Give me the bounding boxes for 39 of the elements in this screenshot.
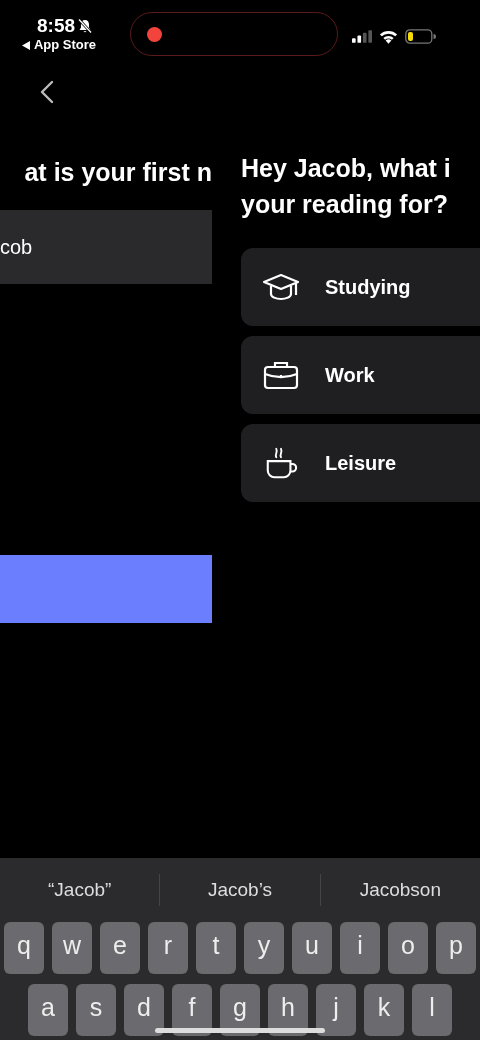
- suggestion[interactable]: Jacob’s: [160, 879, 320, 901]
- suggestion[interactable]: Jacobson: [320, 879, 480, 901]
- suggestion[interactable]: “Jacob”: [0, 879, 160, 901]
- keyboard-key[interactable]: i: [340, 922, 380, 974]
- option-label: Studying: [325, 275, 411, 299]
- keyboard-key[interactable]: e: [100, 922, 140, 974]
- keyboard-key[interactable]: j: [316, 984, 356, 1036]
- keyboard-key[interactable]: t: [196, 922, 236, 974]
- keyboard-key[interactable]: s: [76, 984, 116, 1036]
- keyboard-key[interactable]: y: [244, 922, 284, 974]
- back-to-app-label[interactable]: App Store: [33, 37, 97, 53]
- option-card[interactable]: Leisure: [241, 424, 480, 502]
- keyboard-key[interactable]: q: [4, 922, 44, 974]
- home-indicator[interactable]: [155, 1028, 325, 1033]
- clock-time: 8:58: [37, 15, 75, 37]
- keyboard-key[interactable]: a: [28, 984, 68, 1036]
- battery-icon: [405, 29, 436, 44]
- keyboard-key[interactable]: r: [148, 922, 188, 974]
- option-label: Leisure: [325, 451, 397, 475]
- continue-button[interactable]: [0, 555, 212, 623]
- keyboard-key[interactable]: d: [124, 984, 164, 1036]
- keyboard-key[interactable]: p: [436, 922, 476, 974]
- recording-dot-icon: [147, 26, 162, 42]
- keyboard-key[interactable]: u: [292, 922, 332, 974]
- page-heading: Hey Jacob, what i your reading for?: [241, 153, 452, 220]
- option-card[interactable]: Studying: [241, 248, 480, 326]
- wifi-icon: [379, 29, 398, 44]
- back-chevron-icon[interactable]: [40, 80, 54, 104]
- option-label: Work: [325, 363, 375, 387]
- bell-slash-icon: [77, 18, 93, 34]
- keyboard-key[interactable]: w: [52, 922, 92, 974]
- keyboard-key[interactable]: o: [388, 922, 428, 974]
- page-heading: at is your first n: [24, 157, 212, 188]
- back-triangle-icon: [21, 40, 30, 50]
- signal-icon: [352, 30, 372, 43]
- keyboard-key[interactable]: k: [364, 984, 404, 1036]
- name-input-field[interactable]: cob: [0, 210, 212, 284]
- keyboard-key[interactable]: l: [412, 984, 452, 1036]
- option-card[interactable]: Work: [241, 336, 480, 414]
